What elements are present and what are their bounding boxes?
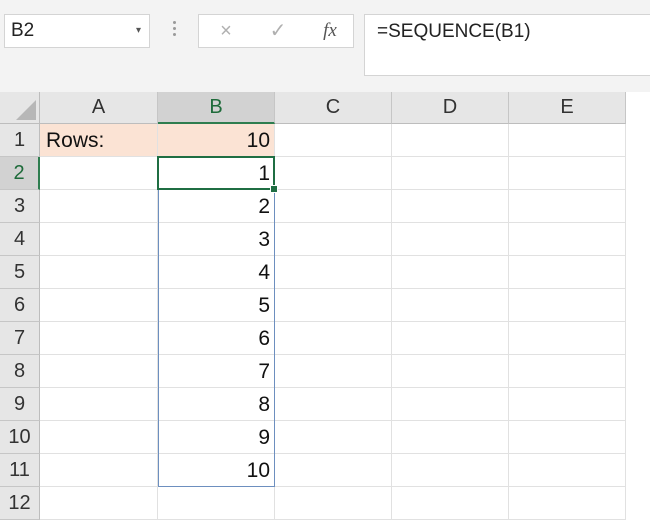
column-header-a[interactable]: A <box>40 92 158 124</box>
cell-d3[interactable] <box>392 190 509 223</box>
cell-e6[interactable] <box>509 289 626 322</box>
cell-e8[interactable] <box>509 355 626 388</box>
column-header-b[interactable]: B <box>158 92 275 124</box>
enter-check-icon[interactable]: ✓ <box>263 15 293 47</box>
cell-a10[interactable] <box>40 421 158 454</box>
cell-b5[interactable]: 4 <box>158 256 275 289</box>
row-header-12[interactable]: 12 <box>0 487 40 520</box>
cell-d12[interactable] <box>392 487 509 520</box>
cell-c7[interactable] <box>275 322 392 355</box>
cell-d8[interactable] <box>392 355 509 388</box>
cell-e4[interactable] <box>509 223 626 256</box>
cell-a4[interactable] <box>40 223 158 256</box>
fill-handle[interactable] <box>270 185 278 193</box>
column-header-d[interactable]: D <box>392 92 509 124</box>
cancel-icon[interactable]: × <box>211 15 241 47</box>
cell-b10[interactable]: 9 <box>158 421 275 454</box>
row-header-6[interactable]: 6 <box>0 289 40 322</box>
cell-d10[interactable] <box>392 421 509 454</box>
cell-b12[interactable] <box>158 487 275 520</box>
row-header-8[interactable]: 8 <box>0 355 40 388</box>
row-header-9[interactable]: 9 <box>0 388 40 421</box>
row-header-1[interactable]: 1 <box>0 124 40 157</box>
cell-e9[interactable] <box>509 388 626 421</box>
cell-c1[interactable] <box>275 124 392 157</box>
row-header-2[interactable]: 2 <box>0 157 40 190</box>
cell-e12[interactable] <box>509 487 626 520</box>
cell-d11[interactable] <box>392 454 509 487</box>
cell-c11[interactable] <box>275 454 392 487</box>
insert-function-icon[interactable]: fx <box>315 15 345 47</box>
cell-a3[interactable] <box>40 190 158 223</box>
cell-c12[interactable] <box>275 487 392 520</box>
row-header-10[interactable]: 10 <box>0 421 40 454</box>
name-box-value: B2 <box>11 20 35 41</box>
row-header-4[interactable]: 4 <box>0 223 40 256</box>
cell-b3[interactable]: 2 <box>158 190 275 223</box>
cell-b2[interactable]: 1 <box>158 157 275 190</box>
row-header-5[interactable]: 5 <box>0 256 40 289</box>
cell-b1[interactable]: 10 <box>158 124 275 157</box>
formula-input[interactable]: =SEQUENCE(B1) <box>364 14 650 76</box>
cell-c9[interactable] <box>275 388 392 421</box>
cell-a11[interactable] <box>40 454 158 487</box>
resize-dots-icon[interactable] <box>170 18 178 44</box>
cell-e11[interactable] <box>509 454 626 487</box>
cell-e5[interactable] <box>509 256 626 289</box>
column-header-e[interactable]: E <box>509 92 626 124</box>
cell-c4[interactable] <box>275 223 392 256</box>
cell-b8[interactable]: 7 <box>158 355 275 388</box>
cell-a6[interactable] <box>40 289 158 322</box>
cell-e7[interactable] <box>509 322 626 355</box>
cell-e1[interactable] <box>509 124 626 157</box>
cell-d5[interactable] <box>392 256 509 289</box>
cell-c8[interactable] <box>275 355 392 388</box>
cell-b6[interactable]: 5 <box>158 289 275 322</box>
cell-e2[interactable] <box>509 157 626 190</box>
formula-bar-area: B2 ▾ × ✓ fx =SEQUENCE(B1) <box>0 0 650 92</box>
cell-d9[interactable] <box>392 388 509 421</box>
cell-a1[interactable]: Rows: <box>40 124 158 157</box>
row-header-11[interactable]: 11 <box>0 454 40 487</box>
cell-a12[interactable] <box>40 487 158 520</box>
cell-c3[interactable] <box>275 190 392 223</box>
cell-d4[interactable] <box>392 223 509 256</box>
worksheet-grid: A B C D E 1 Rows: 10 2 1 3 2 4 3 5 4 6 5 7 6 8 7 9 8 10 9 11 10 12 <box>0 92 650 520</box>
select-all-corner[interactable] <box>0 92 40 124</box>
cell-c5[interactable] <box>275 256 392 289</box>
cell-d2[interactable] <box>392 157 509 190</box>
select-all-triangle-icon <box>16 100 36 120</box>
cell-a8[interactable] <box>40 355 158 388</box>
cell-c6[interactable] <box>275 289 392 322</box>
cell-b9[interactable]: 8 <box>158 388 275 421</box>
column-header-c[interactable]: C <box>275 92 392 124</box>
cell-d1[interactable] <box>392 124 509 157</box>
cell-e10[interactable] <box>509 421 626 454</box>
cell-a5[interactable] <box>40 256 158 289</box>
row-header-7[interactable]: 7 <box>0 322 40 355</box>
chevron-down-icon[interactable]: ▾ <box>136 15 141 47</box>
cell-a2[interactable] <box>40 157 158 190</box>
cell-b11[interactable]: 10 <box>158 454 275 487</box>
cell-d7[interactable] <box>392 322 509 355</box>
cell-c2[interactable] <box>275 157 392 190</box>
cell-d6[interactable] <box>392 289 509 322</box>
cell-e3[interactable] <box>509 190 626 223</box>
cell-b4[interactable]: 3 <box>158 223 275 256</box>
cell-a7[interactable] <box>40 322 158 355</box>
formula-buttons: × ✓ fx <box>198 14 354 48</box>
row-header-3[interactable]: 3 <box>0 190 40 223</box>
cell-c10[interactable] <box>275 421 392 454</box>
name-box[interactable]: B2 ▾ <box>4 14 150 48</box>
cell-b7[interactable]: 6 <box>158 322 275 355</box>
cell-a9[interactable] <box>40 388 158 421</box>
